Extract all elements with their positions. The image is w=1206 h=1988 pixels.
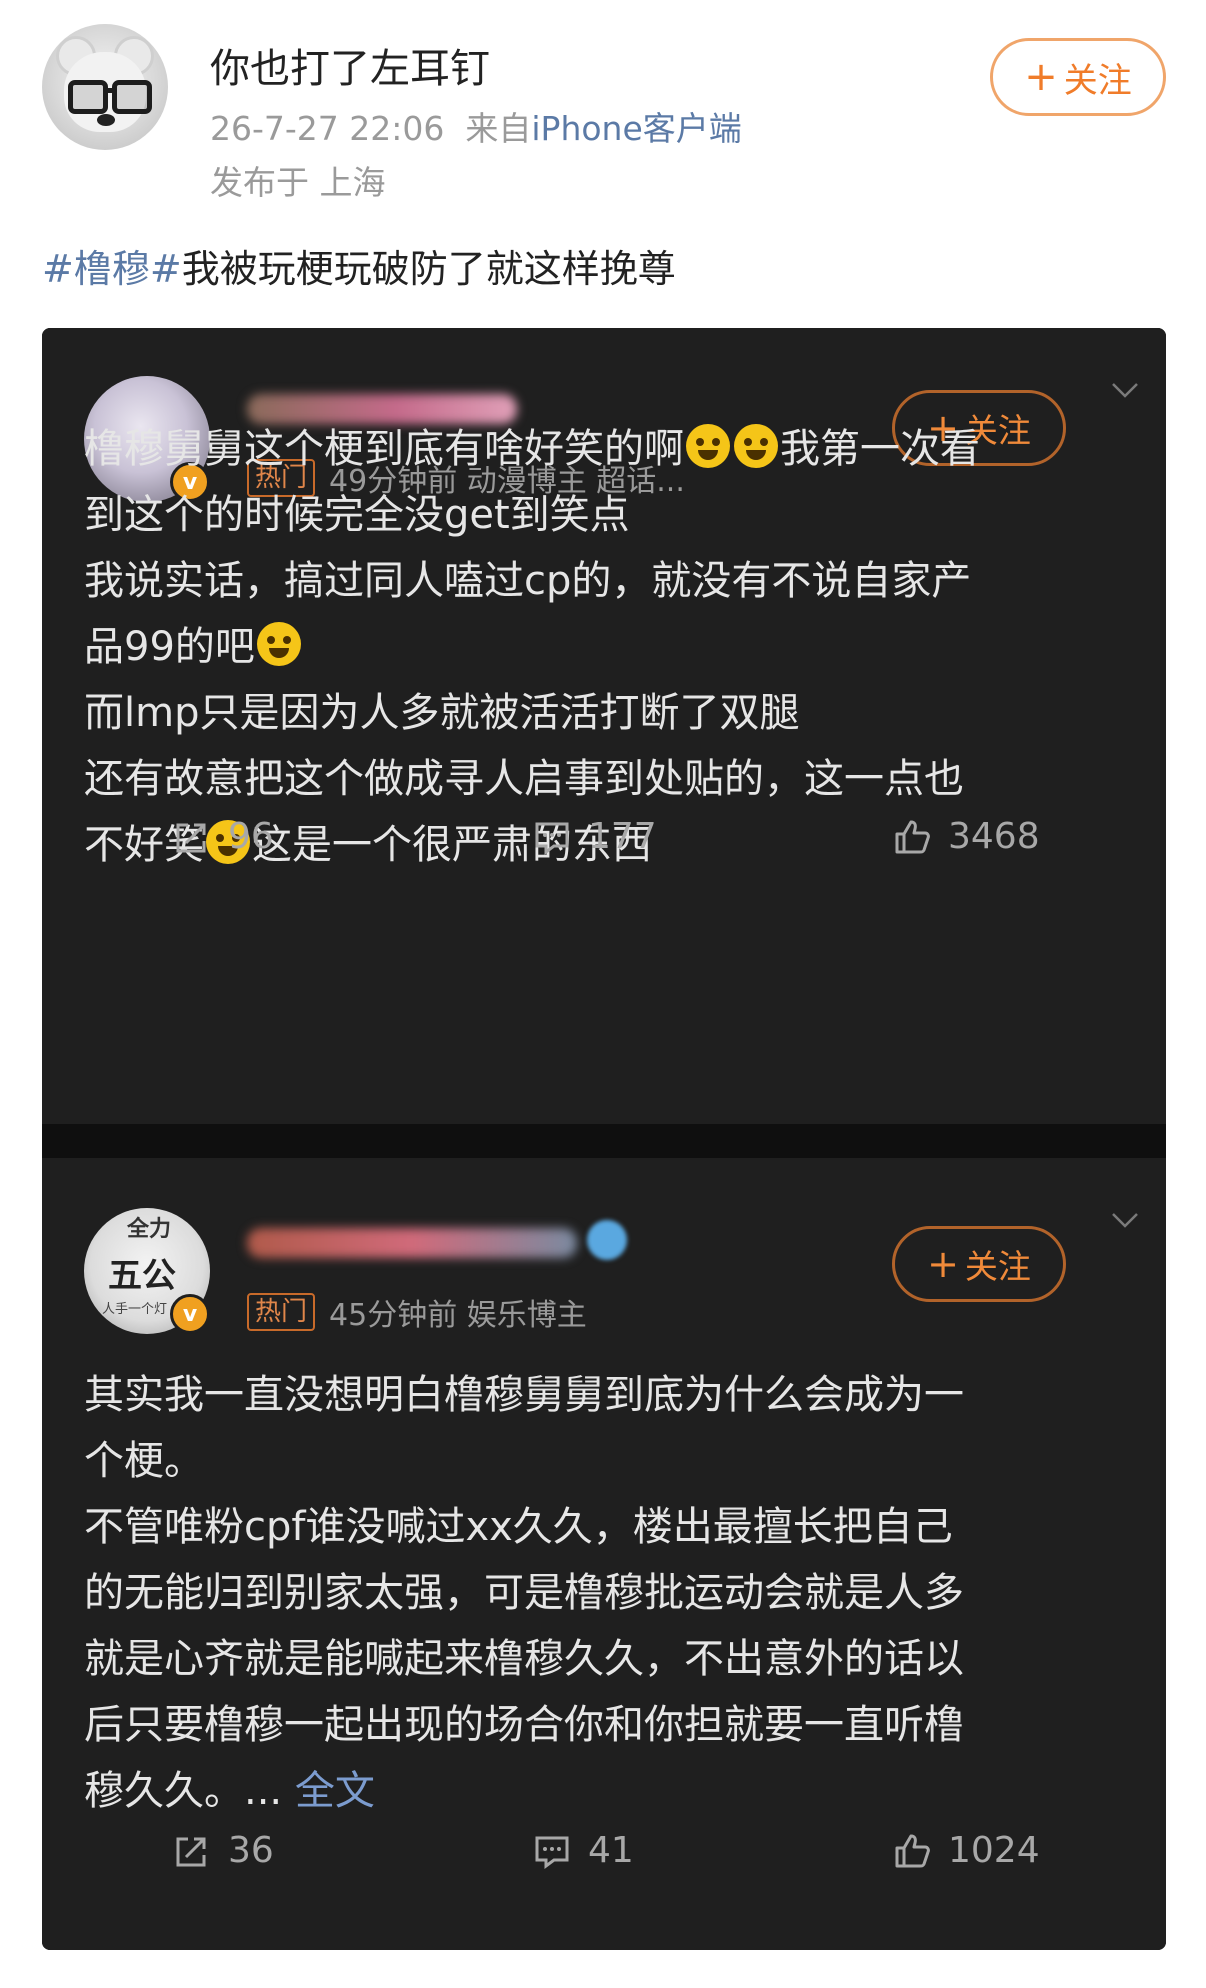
avatar-glasses [112,80,152,114]
author-username[interactable]: 你也打了左耳钉 [210,36,490,94]
laughing-emoji-icon [256,622,301,666]
read-more-link[interactable]: 全文 [295,1768,375,1814]
post-source[interactable]: iPhone客户端 [531,109,741,148]
avatar-text: 全力 [126,1217,171,1242]
comment-actions: 36 41 1024 [42,1830,1166,1890]
comment-line: 而lmp只是因为人多就被活活打断了双腿 [84,690,800,736]
member-badge-icon [587,1220,627,1260]
comment-meta-text: 45分钟前 娱乐博主 [329,1298,587,1333]
crying-emoji-icon [686,424,730,468]
avatar-text: 五公 [108,1256,176,1296]
comment-body: 其实我一直没想明白橹穆舅舅到底为什么会成为一 个梗。 不管唯粉cpf谁没喊过xx… [84,1362,1144,1824]
avatar-bear-nose [97,114,115,126]
repost-button[interactable]: 36 [172,1830,274,1871]
plus-icon: + [1024,54,1058,100]
follow-button[interactable]: + 关注 [990,38,1166,116]
thumbs-up-icon [895,820,930,853]
comment-line: 不管唯粉cpf谁没喊过xx久久，楼出最擅长把自己 [84,1504,953,1550]
post-time: 26-7-27 22:06 [210,109,445,148]
follow-button[interactable]: + 关注 [892,1226,1066,1302]
follow-label: 关注 [1063,60,1132,101]
comment-line: 还有故意把这个做成寻人启事到处贴的，这一点也 [84,756,964,802]
avatar-glasses [68,80,108,114]
repost-button[interactable]: 96 [172,816,274,857]
verified-badge-icon: v [170,1294,210,1334]
post-text: #橹穆#我被玩梗玩破防了就这样挽尊 [42,238,676,293]
like-count: 3468 [948,816,1040,857]
avatar-text: 人手一个灯 [102,1302,168,1317]
comment-line: 的无能归到别家太强，可是橹穆批运动会就是人多 [84,1570,964,1616]
comment-card: 全力 五公 人手一个灯 v 热门 45分钟前 娱乐博主 + 关注 其实我一直没想… [42,1158,1166,1950]
comment-line: 我说实话，搞过同人嗑过cp的，就没有不说自家产 [84,558,972,604]
comment-line: 橹穆舅舅这个梗到底有啥好笑的啊 我第一次看 [84,424,980,472]
blurred-username [247,1228,577,1258]
avatar-glasses-bridge [103,88,115,93]
comment-line: 到这个的时候完全没get到笑点 [84,492,630,538]
follow-label: 关注 [964,1247,1031,1286]
post-source-prefix: 来自 [465,109,532,148]
comment-line: 穆久久。... 全文 [84,1768,375,1814]
repost-icon [176,823,206,852]
comment-line: 品99的吧 [84,614,1144,680]
like-count: 1024 [948,1830,1040,1871]
card-divider [42,1124,1166,1158]
comment-body: 橹穆舅舅这个梗到底有啥好笑的啊 我第一次看 到这个的时候完全没get到笑点 我说实… [84,416,1144,878]
crying-emoji-icon [734,424,778,468]
like-button[interactable]: 1024 [892,1830,1040,1871]
thumbs-up-icon [895,1834,930,1867]
comment-meta: 热门 45分钟前 娱乐博主 [247,1290,587,1334]
comment-line: 后只要橹穆一起出现的场合你和你担就要一直听橹 [84,1702,964,1748]
plus-icon: + [927,1242,959,1286]
hot-badge: 热门 [247,1293,316,1331]
comment-line: 就是心齐就是能喊起来橹穆久久，不出意外的话以 [84,1636,964,1682]
repost-count: 36 [228,1830,274,1871]
comment-line: 个梗。 [84,1438,204,1484]
comment-icon [535,822,569,855]
post-meta: 26-7-27 22:06 来自iPhone客户端 [210,102,742,150]
repost-icon [176,1837,206,1866]
comment-count: 177 [588,816,657,857]
post-location: 发布于 上海 [210,163,386,202]
author-avatar[interactable] [42,24,168,150]
post-body: 我被玩梗玩破防了就这样挽尊 [181,247,676,291]
hashtag-link[interactable]: #橹穆# [42,247,182,291]
comment-button[interactable]: 177 [532,816,657,857]
repost-count: 96 [228,816,274,857]
chevron-down-icon[interactable] [1110,1204,1140,1234]
comment-count: 41 [588,1830,634,1871]
comment-card: v 热门 49分钟前 动漫博主 超话... + 关注 橹穆舅舅这个梗到底有啥好笑… [42,328,1166,1124]
embedded-screenshot: v 热门 49分钟前 动漫博主 超话... + 关注 橹穆舅舅这个梗到底有啥好笑… [42,328,1166,1950]
comment-line: 其实我一直没想明白橹穆舅舅到底为什么会成为一 [84,1372,964,1418]
comment-button[interactable]: 41 [532,1830,634,1871]
comment-actions: 96 177 3468 [42,816,1166,876]
comment-icon [535,1836,569,1869]
chevron-down-icon[interactable] [1110,374,1140,404]
like-button[interactable]: 3468 [892,816,1040,857]
